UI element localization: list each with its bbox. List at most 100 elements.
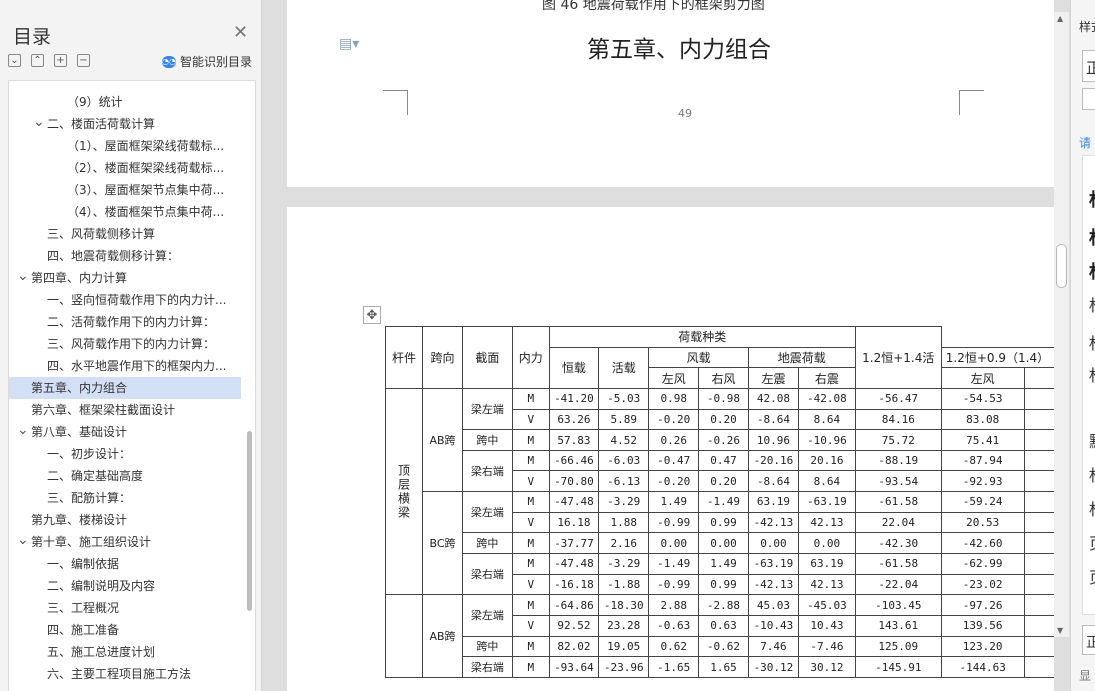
- toc-scrollbar[interactable]: [247, 431, 252, 611]
- style-list-item[interactable]: 标: [1089, 224, 1095, 250]
- style-list-item[interactable]: 标: [1089, 362, 1095, 386]
- toc-item[interactable]: 六、主要工程项目施工方法: [9, 663, 241, 685]
- style-input[interactable]: 正: [1082, 50, 1095, 82]
- header-combo-empty: [940, 326, 1054, 348]
- expand-chevron-icon[interactable]: ⌄: [17, 268, 29, 284]
- scroll-down-icon[interactable]: ▼: [1057, 626, 1063, 635]
- value-cell-clipped: [1023, 387, 1054, 410]
- style-panel: 样式 正 请 正 显 标标标标标标默标标页页: [1070, 0, 1095, 691]
- toc-item[interactable]: 第六章、框架梁柱截面设计: [9, 399, 241, 421]
- style-list-item[interactable]: 标: [1089, 292, 1095, 316]
- style-list-item[interactable]: 页: [1089, 564, 1095, 588]
- value-cell: -0.26: [698, 429, 749, 451]
- close-icon[interactable]: ✕: [233, 22, 248, 43]
- table-row: 跨中 M 82.02 19.05 0.62 -0.62 7.46 -7.46 125.09 123…: [386, 635, 1054, 658]
- value-cell: -23.02: [940, 573, 1025, 596]
- style-list-item[interactable]: 标: [1089, 496, 1095, 520]
- value-cell: -0.20: [648, 470, 700, 493]
- value-cell: -1.88: [598, 573, 650, 596]
- toc-item[interactable]: 第四章、内力计算: [9, 267, 241, 289]
- force-cell: M: [511, 491, 550, 513]
- toc-item[interactable]: 四、施工准备: [9, 619, 241, 641]
- value-cell: 75.41: [940, 429, 1025, 451]
- value-cell: -41.20: [548, 387, 600, 410]
- toc-item[interactable]: 一、竖向恒荷载作用下的内力计...: [9, 289, 241, 311]
- toc-item[interactable]: （2）、楼面框架梁线荷载标...: [9, 157, 241, 179]
- toc-item[interactable]: 三、风荷载侧移计算: [9, 223, 241, 245]
- style-list-item[interactable]: 页: [1089, 530, 1095, 554]
- value-cell: 16.18: [548, 511, 600, 534]
- value-cell: 20.53: [940, 511, 1025, 534]
- style-list-item[interactable]: 标: [1089, 186, 1095, 212]
- value-cell: -1.65: [648, 656, 700, 678]
- toc-item[interactable]: 三、配筋计算：: [9, 487, 241, 509]
- value-cell: -6.03: [598, 449, 650, 472]
- value-cell: -47.48: [548, 491, 600, 513]
- document-scrollbar[interactable]: ▲ ▼: [1054, 12, 1069, 637]
- toc-item[interactable]: 四、水平地震作用下的框架内力...: [9, 355, 241, 377]
- value-cell: 63.19: [798, 553, 856, 575]
- value-cell: 1.65: [698, 656, 749, 678]
- value-cell: 42.08: [747, 387, 800, 410]
- section-cell: 跨中: [462, 532, 513, 555]
- toc-item[interactable]: （4）、楼面框架节点集中荷...: [9, 201, 241, 223]
- span-cell: AB跨: [422, 594, 463, 678]
- header-wind: 风载: [648, 346, 749, 369]
- toc-item[interactable]: （1）、屋面框架梁线荷载标...: [9, 135, 241, 157]
- remove-heading-icon[interactable]: −: [77, 54, 90, 67]
- table-row: 跨中 M -37.77 2.16 0.00 0.00 0.00 0.00 -42.30 -42.6…: [386, 532, 1054, 555]
- expand-chevron-icon[interactable]: ⌄: [17, 532, 29, 548]
- value-cell: -61.58: [854, 491, 942, 513]
- toc-item[interactable]: 一、编制依据: [9, 553, 241, 575]
- collapse-all-icon[interactable]: ⌄: [8, 54, 21, 67]
- toc-item[interactable]: （3）、屋面框架节点集中荷...: [9, 179, 241, 201]
- toc-item[interactable]: 四、地震荷载侧移计算：: [9, 245, 241, 267]
- value-cell: -2.88: [698, 594, 749, 616]
- toc-item[interactable]: 三、工程概况: [9, 597, 241, 619]
- toc-item[interactable]: 二、编制说明及内容: [9, 575, 241, 597]
- value-cell: 0.00: [798, 532, 856, 555]
- toc-item[interactable]: 二、确定基础高度: [9, 465, 241, 487]
- value-cell: 84.16: [854, 408, 942, 431]
- force-cell: V: [511, 614, 550, 637]
- value-cell-clipped: [1023, 429, 1054, 451]
- value-cell: -5.03: [598, 387, 650, 410]
- force-cell: V: [511, 470, 550, 493]
- chapter-title: 第五章、内力组合: [587, 37, 771, 63]
- style-list-item[interactable]: 标: [1089, 330, 1095, 354]
- table-move-handle[interactable]: ✥: [363, 306, 381, 324]
- add-heading-icon[interactable]: +: [54, 54, 67, 67]
- table-row: 顶层横梁 AB跨 梁左端 M -41.20 -5.03 0.98 -0.98 42.08 -42.…: [384, 387, 1054, 596]
- header-live: 活载: [598, 346, 650, 389]
- value-cell: -70.80: [548, 470, 600, 493]
- style-select[interactable]: [1082, 88, 1095, 110]
- toc-item[interactable]: 第八章、基础设计: [9, 421, 241, 443]
- expand-chevron-icon[interactable]: ⌄: [17, 422, 29, 438]
- style-list-item[interactable]: 标: [1089, 258, 1095, 284]
- header-member: 杆件: [384, 326, 424, 389]
- style-bottom-input[interactable]: 正: [1082, 625, 1095, 655]
- style-list-item[interactable]: 默: [1089, 428, 1095, 452]
- value-cell: -10.96: [798, 429, 856, 451]
- toc-item[interactable]: 第九章、楼梯设计: [9, 509, 241, 531]
- value-cell: -23.96: [598, 656, 650, 678]
- value-cell: -145.91: [854, 656, 942, 678]
- expand-up-icon[interactable]: ⌃: [31, 54, 44, 67]
- style-bottom-value: 正: [1086, 632, 1095, 652]
- toc-item[interactable]: （9）统计: [9, 91, 241, 113]
- toc-item[interactable]: 一、初步设计：: [9, 443, 241, 465]
- toc-item[interactable]: 二、活荷载作用下的内力计算：: [9, 311, 241, 333]
- scroll-thumb[interactable]: [1056, 244, 1067, 288]
- toc-item[interactable]: 第十章、施工组织设计: [9, 531, 241, 553]
- document-icon[interactable]: ▤▾: [339, 36, 359, 52]
- expand-chevron-icon[interactable]: ⌄: [33, 114, 45, 130]
- value-cell: 10.96: [747, 429, 800, 451]
- section-cell: 梁左端: [462, 594, 513, 637]
- toc-item[interactable]: 三、风荷载作用下的内力计算：: [9, 333, 241, 355]
- value-cell: -0.99: [648, 511, 700, 534]
- style-list-item[interactable]: 标: [1089, 462, 1095, 486]
- toc-item[interactable]: 第五章、内力组合: [9, 377, 241, 399]
- scroll-up-icon[interactable]: ▲: [1057, 14, 1063, 23]
- ai-detect-toc-button[interactable]: ◔◔ 智能识别目录: [162, 53, 252, 70]
- toc-item[interactable]: 五、施工总进度计划: [9, 641, 241, 663]
